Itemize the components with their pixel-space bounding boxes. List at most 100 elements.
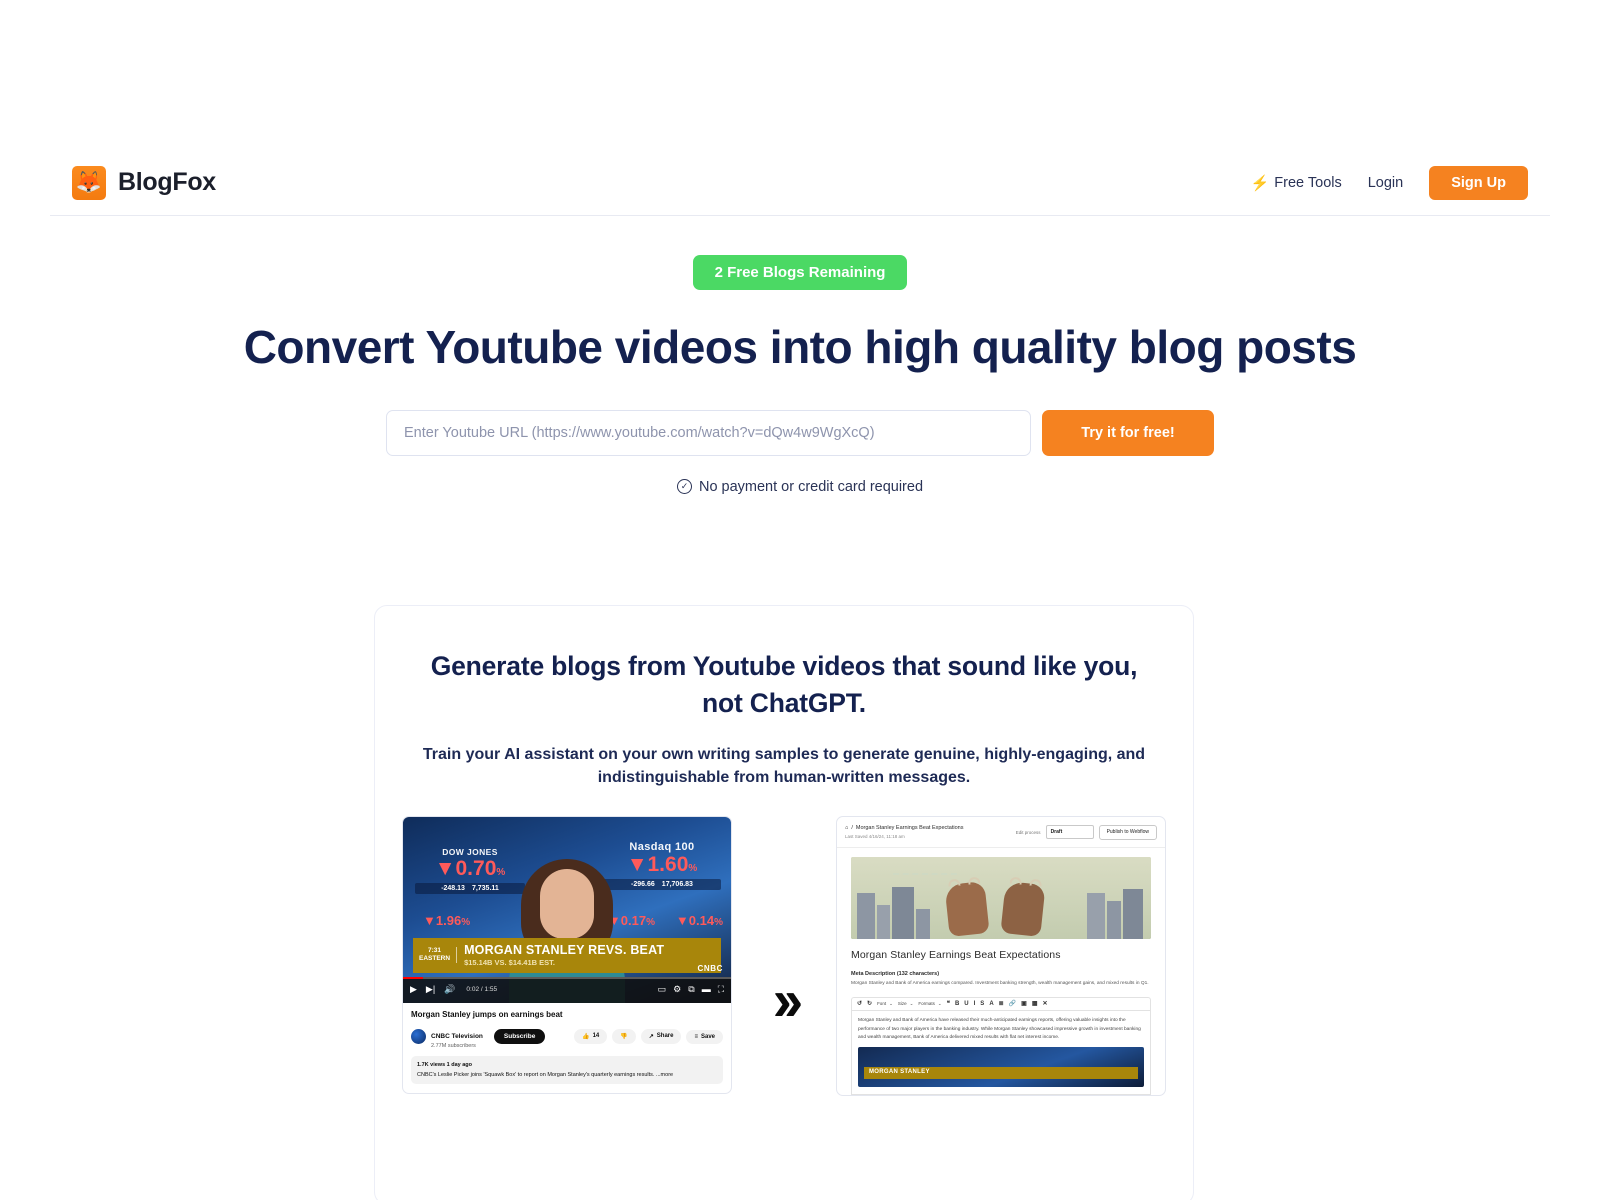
broadcast-headline: MORGAN STANLEY REVS. BEAT [464, 943, 665, 958]
editor-body: Morgan Stanley Earnings Beat Expectation… [837, 848, 1165, 1095]
ticker-sub-1: ▼1.96% [423, 912, 471, 928]
undo-icon[interactable]: ↺ [857, 1000, 862, 1007]
next-track-icon[interactable]: ▶| [426, 985, 435, 994]
blog-title[interactable]: Morgan Stanley Earnings Beat Expectation… [851, 949, 1151, 961]
embed-headline: MORGAN STANLEY [864, 1066, 1138, 1079]
youtube-views-line: 1.7K views 1 day ago [417, 1061, 473, 1068]
align-icon[interactable]: ≣ [999, 1000, 1004, 1007]
conversion-arrow: ›› [732, 816, 836, 1096]
blog-hero-image [851, 856, 1151, 939]
avatar[interactable] [411, 1029, 426, 1045]
like-count: 14 [592, 1033, 600, 1040]
underline-icon[interactable]: U [964, 1001, 968, 1007]
gear-icon[interactable]: ⚙ [673, 985, 681, 994]
nav-free-tools[interactable]: ⚡ Free Tools [1251, 174, 1342, 192]
thumbs-down-icon: 👎 [620, 1034, 628, 1041]
no-payment-label: No payment or credit card required [698, 478, 924, 495]
save-button[interactable]: ≡ Save [686, 1029, 723, 1044]
youtube-player-controls[interactable]: ▶ ▶| 🔊 0:02 / 1:55 ▭ ⚙ ⧉ ▬ ⛶ [403, 976, 731, 1003]
play-icon[interactable]: ▶ [410, 985, 417, 994]
share-icon: ↗ [648, 1034, 654, 1041]
blog-editor-preview-panel: ⌂ / Morgan Stanley Earnings Beat Expecta… [836, 815, 1166, 1096]
blockquote-icon[interactable]: ❝ [947, 1000, 950, 1007]
text-color-icon[interactable]: A [989, 1001, 993, 1007]
feature-card: Generate blogs from Youtube videos that … [374, 605, 1194, 1200]
last-saved-text: Last Saved 4/16/24, 11:18 am [845, 833, 905, 839]
thumbs-up-icon: 👍 [582, 1034, 590, 1041]
clear-format-icon[interactable]: ✕ [1043, 1000, 1048, 1007]
breadcrumb-label: Morgan Stanley Earnings Beat Expectation… [855, 824, 964, 831]
feature-heading: Generate blogs from Youtube videos that … [430, 651, 1138, 718]
link-icon[interactable]: 🔗 [1009, 1000, 1016, 1007]
like-button[interactable]: 👍 14 [574, 1029, 608, 1045]
miniplayer-icon[interactable]: ⧉ [688, 985, 694, 994]
url-form: Try it for free! [0, 409, 1600, 456]
youtube-video-title: Morgan Stanley jumps on earnings beat [411, 1009, 563, 1019]
header-nav: ⚡ Free Tools Login Sign Up [1251, 165, 1550, 200]
ticker-sub-3: ▼0.14% [675, 912, 723, 928]
image-icon[interactable]: ▣ [1021, 1000, 1027, 1007]
font-select[interactable]: Font ⌄ [877, 1001, 893, 1007]
double-chevron-right-icon: ›› [772, 967, 804, 1033]
signup-button[interactable]: Sign Up [1429, 165, 1528, 200]
meta-description-label: Meta Description (132 characters) [851, 970, 940, 977]
blog-embedded-video: MORGAN STANLEY [858, 1046, 1144, 1087]
bold-icon[interactable]: B [955, 1001, 959, 1007]
blog-body-paragraph: Morgan Stanley and Bank of America have … [858, 1017, 1141, 1041]
broadcast-lower-third: 7:31 EASTERN MORGAN STANLEY REVS. BEAT $… [413, 937, 721, 973]
italic-icon[interactable]: I [974, 1001, 976, 1007]
fullscreen-icon[interactable]: ⛶ [718, 985, 724, 994]
demo-comparison: DOW JONES ▼0.70% -248.13 7,735.11 Nasdaq… [402, 815, 1166, 1096]
youtube-timestamp: 0:02 / 1:55 [466, 986, 498, 994]
dislike-button[interactable]: 👎 [612, 1029, 636, 1045]
save-label: Save [700, 1033, 715, 1040]
try-it-free-button[interactable]: Try it for free! [1042, 409, 1214, 456]
edit-process-label: Edit process [1015, 829, 1041, 835]
share-button[interactable]: ↗ Share [640, 1029, 682, 1045]
table-icon[interactable]: ▦ [1032, 1000, 1038, 1007]
youtube-url-input[interactable] [386, 409, 1031, 456]
youtube-subscriber-count: 2.77M subscribers [431, 1042, 476, 1049]
landing-page: 🦊 BlogFox ⚡ Free Tools Login Sign Up 2 F… [0, 0, 1600, 1200]
youtube-metadata: Morgan Stanley jumps on earnings beat CN… [403, 1003, 731, 1094]
free-blogs-badge: 2 Free Blogs Remaining [692, 255, 908, 290]
brand-logo-link[interactable]: 🦊 BlogFox [50, 165, 216, 200]
meta-description-text[interactable]: Morgan Stanley and Bank of America earni… [851, 980, 1151, 988]
volume-icon[interactable]: 🔊 [444, 985, 455, 994]
share-label: Share [656, 1033, 674, 1040]
hero-section: 2 Free Blogs Remaining Convert Youtube v… [0, 255, 1600, 495]
captions-icon[interactable]: ▭ [658, 985, 667, 994]
youtube-channel-row: CNBC Television 2.77M subscribers Subscr… [411, 1025, 723, 1049]
youtube-description-text: CNBC's Leslie Picker joins 'Squawk Box' … [417, 1072, 674, 1079]
nav-login[interactable]: Login [1368, 175, 1403, 191]
youtube-channel-name[interactable]: CNBC Television [431, 1033, 483, 1040]
status-select[interactable]: Draft [1045, 825, 1094, 840]
broadcast-time: 7:31 EASTERN [419, 947, 458, 964]
page-title: Convert Youtube videos into high quality… [243, 321, 1357, 373]
breadcrumb[interactable]: ⌂ / Morgan Stanley Earnings Beat Expecta… [845, 825, 963, 831]
site-header: 🦊 BlogFox ⚡ Free Tools Login Sign Up [50, 150, 1550, 216]
lightning-bolt-icon: ⚡ [1250, 174, 1270, 192]
blog-body-text[interactable]: Morgan Stanley and Bank of America have … [851, 1010, 1151, 1095]
youtube-preview-panel: DOW JONES ▼0.70% -248.13 7,735.11 Nasdaq… [402, 815, 732, 1095]
format-select[interactable]: Formats ⌄ [918, 1001, 941, 1007]
bear-figure [1000, 876, 1046, 937]
nav-free-tools-label: Free Tools [1274, 174, 1342, 191]
youtube-progress-bar[interactable] [403, 976, 731, 979]
home-icon: ⌂ [845, 824, 849, 831]
rich-text-toolbar[interactable]: ↺ ↻ Font ⌄ Size ⌄ Formats ⌄ ❝ B U I S A … [851, 996, 1151, 1011]
redo-icon[interactable]: ↻ [867, 1000, 872, 1007]
theater-mode-icon[interactable]: ▬ [702, 985, 711, 994]
size-select[interactable]: Size ⌄ [898, 1001, 914, 1007]
broadcast-subheadline: $15.14B VS. $14.41B EST. [464, 958, 555, 968]
youtube-player[interactable]: DOW JONES ▼0.70% -248.13 7,735.11 Nasdaq… [403, 816, 731, 1003]
youtube-description[interactable]: 1.7K views 1 day ago CNBC's Leslie Picke… [411, 1055, 723, 1085]
subscribe-button[interactable]: Subscribe [493, 1029, 546, 1045]
publish-button[interactable]: Publish to Webflow [1098, 824, 1157, 840]
feature-subheading: Train your AI assistant on your own writ… [422, 746, 1146, 787]
no-payment-note: ✓ No payment or credit card required [0, 479, 1600, 495]
bull-figure [944, 876, 990, 937]
brand-name: BlogFox [118, 168, 216, 196]
ticker-nasdaq-name: Nasdaq 100 [629, 840, 695, 853]
strikethrough-icon[interactable]: S [980, 1001, 984, 1007]
